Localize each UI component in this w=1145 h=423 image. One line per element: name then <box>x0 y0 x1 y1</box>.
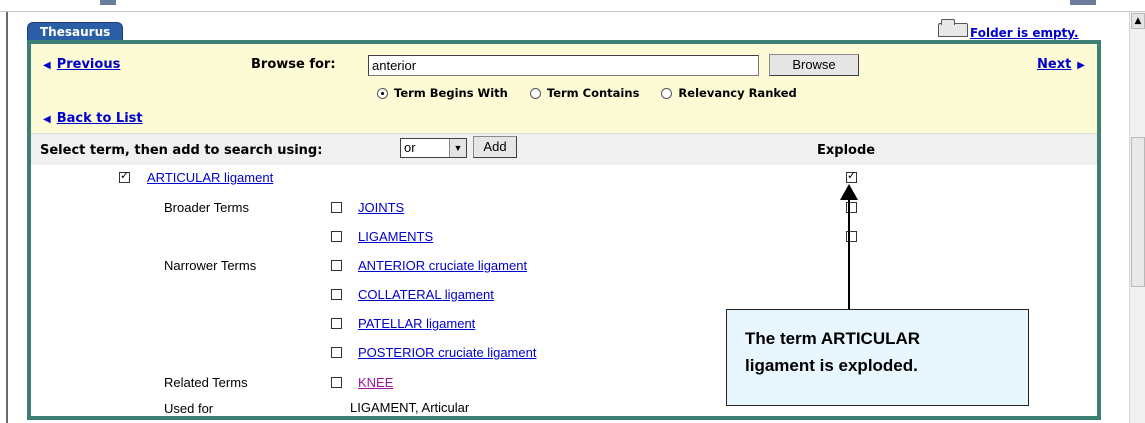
browse-input[interactable] <box>368 55 759 76</box>
tab-thesaurus[interactable]: Thesaurus <box>27 22 124 41</box>
browse-label: Browse for: <box>251 57 336 72</box>
browse-button[interactable]: Browse <box>769 54 859 76</box>
radio-icon[interactable] <box>661 87 673 99</box>
broader-terms-label: Broader Terms <box>164 200 250 215</box>
next-link[interactable]: Next ▶ <box>1037 57 1085 72</box>
previous-link[interactable]: ◀ Previous <box>43 57 120 72</box>
vertical-scrollbar[interactable]: ▲ <box>1129 12 1145 423</box>
triangle-right-icon: ▶ <box>1077 60 1085 71</box>
operator-select[interactable]: or ▼ <box>400 138 467 158</box>
term-checkbox[interactable] <box>331 289 342 300</box>
select-bar: Select term, then add to search using: o… <box>31 133 1097 165</box>
chevron-down-icon[interactable]: ▼ <box>449 139 466 157</box>
term-checkbox[interactable] <box>331 377 342 388</box>
term-link-anterior-cruciate[interactable]: ANTERIOR cruciate ligament <box>358 258 527 273</box>
explode-checkbox-main[interactable] <box>846 169 857 183</box>
operator-value: or <box>404 140 416 155</box>
term-checkbox[interactable] <box>331 318 342 329</box>
term-checkbox[interactable] <box>331 231 342 242</box>
scroll-up-icon[interactable]: ▲ <box>1131 13 1145 29</box>
folder-icon[interactable] <box>938 19 968 37</box>
triangle-left-icon: ◀ <box>43 60 51 71</box>
toolbar-fragment <box>100 0 116 5</box>
term-checkbox[interactable] <box>331 347 342 358</box>
previous-label[interactable]: Previous <box>57 57 121 72</box>
search-mode-options: Term Begins With Term Contains Relevancy… <box>377 86 797 100</box>
used-for-label: Used for <box>164 401 214 416</box>
term-link-ligaments[interactable]: LIGAMENTS <box>358 229 433 244</box>
back-to-list-label[interactable]: Back to List <box>57 111 143 126</box>
add-button[interactable]: Add <box>473 136 517 158</box>
term-link-patellar[interactable]: PATELLAR ligament <box>358 316 475 331</box>
window-top-strip <box>0 0 1145 12</box>
radio-label: Term Begins With <box>394 86 508 100</box>
radio-selected-icon[interactable] <box>377 87 388 99</box>
annotation-callout: The term ARTICULAR ligament is exploded. <box>726 309 1029 406</box>
radio-relevancy-ranked[interactable]: Relevancy Ranked <box>661 86 797 100</box>
term-checkbox[interactable] <box>331 260 342 271</box>
toolbar-fragment <box>1070 0 1096 5</box>
window-left-edge <box>6 12 8 423</box>
radio-label: Relevancy Ranked <box>678 86 797 100</box>
select-label: Select term, then add to search using: <box>40 143 323 158</box>
radio-icon[interactable] <box>529 87 541 99</box>
term-link-posterior-cruciate[interactable]: POSTERIOR cruciate ligament <box>358 345 536 360</box>
radio-term-begins-with[interactable]: Term Begins With <box>377 86 508 100</box>
narrower-terms-label: Narrower Terms <box>164 258 257 273</box>
explode-header: Explode <box>817 143 876 158</box>
next-label[interactable]: Next <box>1037 57 1071 72</box>
term-link-collateral[interactable]: COLLATERAL ligament <box>358 287 494 302</box>
scroll-thumb[interactable] <box>1131 137 1145 287</box>
main-term-link[interactable]: ARTICULAR ligament <box>147 170 273 185</box>
browse-area: ◀ Previous Browse for: Browse Next ▶ Term … <box>31 44 1097 133</box>
term-link-joints[interactable]: JOINTS <box>358 200 404 215</box>
related-terms-label: Related Terms <box>164 375 248 390</box>
folder-status[interactable]: Folder is empty. <box>938 19 1079 40</box>
radio-label: Term Contains <box>546 86 640 100</box>
term-link-knee[interactable]: KNEE <box>358 375 393 390</box>
folder-status-link[interactable]: Folder is empty. <box>970 26 1079 40</box>
radio-term-contains[interactable]: Term Contains <box>529 86 640 100</box>
used-for-value: LIGAMENT, Articular <box>350 400 470 415</box>
back-to-list-link[interactable]: ◀ Back to List <box>43 111 143 126</box>
annotation-arrow-line <box>848 198 850 310</box>
triangle-left-icon: ◀ <box>43 114 51 125</box>
term-checkbox[interactable] <box>331 202 342 213</box>
main-term-checkbox[interactable] <box>119 169 130 183</box>
